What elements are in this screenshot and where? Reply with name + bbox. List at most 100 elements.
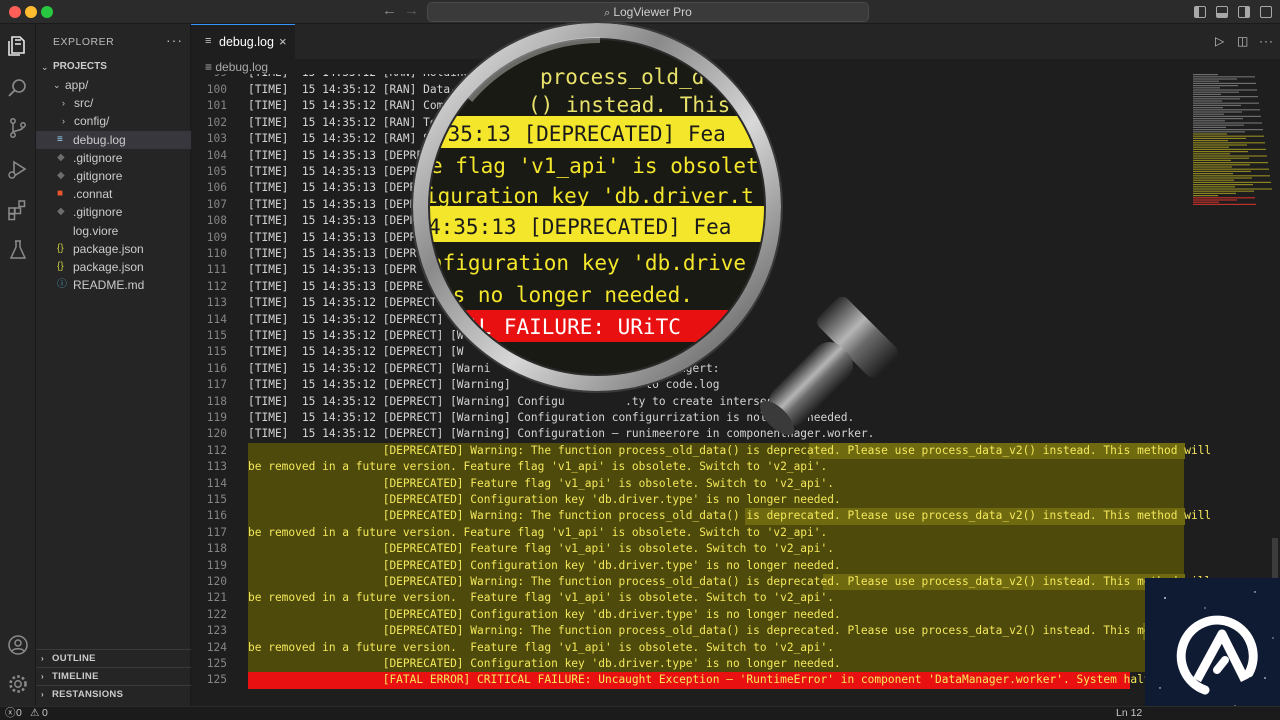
log-line: be removed in a future version. Feature … — [248, 640, 834, 654]
minimap-line — [1193, 137, 1246, 139]
tree-item[interactable]: ⓘ README.md — [36, 276, 191, 294]
log-line: [DEPRECATED] Configuration key 'db.drive… — [248, 657, 841, 670]
log-line: [TIME] 15 14:35:12 [RAM] Se — [248, 132, 437, 146]
command-center-search[interactable]: ⌕ LogViewer Pro — [427, 2, 869, 22]
toggle-panel-icon[interactable] — [1216, 6, 1228, 18]
minimap-line — [1193, 126, 1226, 128]
tree-item[interactable]: {} package.json — [36, 258, 191, 276]
warning-icon[interactable]: ⚠ — [30, 707, 39, 720]
outline-section[interactable]: › OUTLINE — [36, 649, 191, 667]
line-number: 125 — [206, 657, 227, 670]
tree-item[interactable]: › src/ — [36, 94, 191, 112]
tree-item[interactable]: {} package.json — [36, 240, 191, 258]
extensions-icon[interactable] — [6, 198, 30, 222]
line-number: 106 — [206, 181, 227, 195]
line-number: 116 — [206, 509, 227, 523]
log-line: [TIME] 15 14:35:13 [DEPREC — [248, 148, 430, 162]
minimap-line — [1193, 179, 1234, 181]
log-editor[interactable]: 99 [TIME] 15 14:35:12 [RAN] Holding 100 [… — [191, 74, 1280, 706]
split-editor-icon[interactable]: ◫ — [1237, 34, 1248, 48]
minimap-line — [1193, 102, 1259, 104]
file-type-icon: ≡ — [57, 133, 63, 145]
minimap-line — [1193, 140, 1228, 142]
log-line: [DEPRECATED] Warning: The function proce… — [248, 443, 1212, 457]
testing-flask-icon[interactable] — [6, 238, 30, 262]
explorer-icon[interactable] — [6, 34, 30, 58]
line-number: 114 — [206, 312, 227, 326]
minimap-line — [1193, 135, 1264, 137]
line-number: 112 — [206, 279, 227, 293]
log-line: [TIME] 15 14:35:12 [DEPRECT] [Warning] .… — [248, 378, 720, 392]
toggle-secondary-sidebar-icon[interactable] — [1238, 6, 1250, 18]
tree-item-label: config/ — [74, 114, 110, 129]
log-line: be removed in a future version. Feature … — [248, 525, 828, 539]
settings-gear-icon[interactable] — [6, 672, 30, 696]
timeline-section[interactable]: › TIMELINE — [36, 667, 191, 685]
source-control-icon[interactable] — [6, 116, 30, 140]
tree-item[interactable]: ≡ debug.log — [36, 130, 191, 149]
brand-logo-panel — [1145, 578, 1280, 720]
line-number: 103 — [206, 132, 227, 146]
tree-item[interactable]: ■ .connat — [36, 185, 191, 203]
line-number: 101 — [206, 99, 227, 113]
projects-root-label: PROJECTS — [53, 61, 107, 72]
minimap-line — [1193, 190, 1254, 192]
account-icon[interactable] — [6, 633, 30, 657]
restansions-section[interactable]: › RESTANSIONS — [36, 685, 191, 703]
minimize-window-button[interactable] — [25, 6, 37, 18]
tree-item-label: .gitignore — [73, 205, 123, 220]
minimap-line — [1193, 107, 1223, 109]
zoom-window-button[interactable] — [41, 6, 53, 18]
search-icon[interactable] — [6, 76, 30, 100]
line-number: 111 — [206, 263, 227, 277]
error-count[interactable]: 0 — [16, 707, 22, 720]
tree-item-label: README.md — [73, 278, 145, 293]
more-actions-icon[interactable]: ··· — [1259, 34, 1274, 48]
breadcrumb[interactable]: ≡ debug.log — [205, 60, 268, 74]
back-arrow-icon[interactable]: ← — [382, 2, 397, 19]
minimap-line — [1193, 120, 1225, 122]
log-line: [FATAL ERROR] CRITICAL FAILURE: Uncaught… — [248, 673, 1158, 687]
line-number: 118 — [206, 542, 227, 556]
tree-item[interactable]: log.viore — [36, 222, 191, 240]
brand-logo-icon — [1159, 591, 1274, 707]
customize-layout-icon[interactable] — [1260, 6, 1272, 18]
minimap-line — [1193, 109, 1260, 111]
tree-item[interactable]: › config/ — [36, 112, 191, 130]
log-line: [TIME] 15 14:35:13 [DEPREC — [248, 165, 430, 178]
tab-debug-log[interactable]: ≡ debug.log × — [191, 24, 295, 59]
minimap-line — [1193, 186, 1235, 188]
file-type-icon: ◆ — [57, 151, 65, 163]
close-window-button[interactable] — [9, 6, 21, 18]
tree-item[interactable]: ◆ .gitignore — [36, 149, 191, 167]
tree-item[interactable]: ◆ .gitignore — [36, 203, 191, 221]
tree-item[interactable]: ⌄ app/ — [36, 76, 191, 94]
minimap-line — [1193, 184, 1253, 186]
close-icon[interactable]: × — [279, 34, 287, 49]
minimap[interactable] — [1193, 74, 1275, 210]
line-number: 125 — [206, 673, 227, 687]
log-line: [TIME] 15 14:35:12 [RAN] Data-manager — [248, 83, 504, 96]
minimap-line — [1193, 166, 1232, 168]
minimap-line — [1193, 203, 1256, 205]
forward-arrow-icon[interactable]: → — [404, 2, 419, 19]
warning-count[interactable]: 0 — [42, 707, 48, 720]
minimap-line — [1193, 124, 1244, 126]
error-icon[interactable]: ⓧ — [5, 707, 16, 720]
log-line: [DEPRECATED] Configuration key 'db.drive… — [248, 607, 841, 621]
minimap-line — [1193, 98, 1240, 100]
line-number: 115 — [206, 493, 227, 506]
log-line: [TIME] 15 14:35:13 [DEPR — [248, 214, 417, 228]
title-bar: ← → ⌕ LogViewer Pro — [0, 0, 1280, 24]
log-line: be removed in a future version. Feature … — [248, 591, 834, 605]
run-icon[interactable]: ▷ — [1215, 34, 1224, 48]
projects-root[interactable]: ⌄ PROJECTS — [36, 58, 191, 76]
more-actions-icon[interactable]: ··· — [166, 32, 183, 48]
minimap-line — [1193, 91, 1239, 93]
run-debug-icon[interactable] — [6, 157, 30, 181]
cursor-position[interactable]: Ln 12 — [1116, 707, 1142, 720]
toggle-primary-sidebar-icon[interactable] — [1194, 6, 1206, 18]
tree-item[interactable]: ◆ .gitignore — [36, 167, 191, 185]
minimap-line — [1193, 89, 1257, 91]
minimap-line — [1193, 170, 1251, 172]
